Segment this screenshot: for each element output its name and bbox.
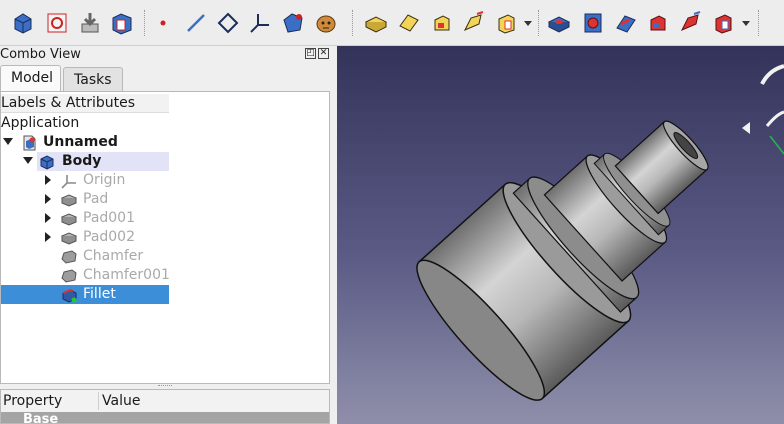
origin-icon (61, 173, 77, 189)
tree-item-fillet[interactable]: Fillet (1, 285, 169, 304)
groove-icon[interactable] (613, 10, 639, 36)
model-tree: Labels & Attributes Application Unnamed … (0, 91, 330, 384)
close-icon[interactable]: ✕ (318, 48, 329, 59)
tree-item-pad001[interactable]: Pad001 (1, 209, 169, 228)
tree-item-label: Chamfer (83, 248, 144, 264)
tree-item-label: Pad (83, 191, 109, 207)
property-header: Property Value (1, 390, 329, 412)
collapse-arrow-icon[interactable] (3, 138, 13, 145)
combo-view: Combo View ◰ ✕ Model Tasks Labels & Attr… (0, 46, 336, 424)
expand-arrow-icon[interactable] (45, 232, 51, 242)
navigation-cube-icon[interactable] (760, 64, 784, 155)
subtractive-loft-icon[interactable] (645, 10, 671, 36)
property-view: Property Value Base (0, 389, 330, 424)
document-icon (21, 135, 37, 151)
additive-pipe-icon[interactable] (461, 10, 487, 36)
tree-document-label: Unnamed (43, 134, 118, 150)
tree-item-label: Pad002 (83, 229, 136, 245)
tab-tasks[interactable]: Tasks (63, 67, 123, 91)
pocket-icon[interactable] (546, 10, 572, 36)
3d-viewport[interactable] (337, 46, 784, 424)
tree-item-label: Chamfer001 (83, 267, 170, 283)
tree-application-row: Application (1, 114, 169, 133)
attach-icon[interactable] (77, 10, 103, 36)
float-icon[interactable]: ◰ (305, 48, 316, 59)
hole-icon[interactable] (580, 10, 606, 36)
sketch-icon[interactable] (44, 10, 70, 36)
tree-item-label: Origin (83, 172, 126, 188)
subtractive-primitive-icon[interactable] (711, 10, 737, 36)
toolbar (0, 0, 784, 46)
expand-arrow-icon[interactable] (45, 194, 51, 204)
tree-item-chamfer[interactable]: Chamfer (1, 247, 169, 266)
pad-icon (61, 230, 77, 246)
body-icon[interactable] (10, 10, 36, 36)
clone-icon[interactable] (109, 10, 135, 36)
subshapebinder-icon[interactable] (313, 10, 339, 36)
property-column-header[interactable]: Property (3, 390, 62, 412)
nav-rotate-left-icon[interactable] (742, 122, 750, 134)
tree-application-label: Application (1, 115, 80, 131)
pad-icon (61, 211, 77, 227)
tree-item-origin[interactable]: Origin (1, 171, 169, 190)
chamfer-icon (61, 249, 77, 265)
tree-item-chamfer001[interactable]: Chamfer001 (1, 266, 170, 285)
pad-icon (61, 192, 77, 208)
tree-body-label: Body (62, 153, 102, 169)
expand-arrow-icon[interactable] (45, 213, 51, 223)
tree-item-label: Pad001 (83, 210, 136, 226)
tree-item-pad[interactable]: Pad (1, 190, 169, 209)
property-group-base[interactable]: Base (1, 412, 329, 423)
point-icon[interactable] (150, 10, 176, 36)
value-column-header[interactable]: Value (102, 390, 140, 412)
tree-item-label: Fillet (83, 286, 116, 302)
revolution-icon[interactable] (396, 10, 422, 36)
combo-view-title: Combo View (0, 47, 81, 62)
fillet-icon (61, 287, 77, 303)
lcs-icon[interactable] (247, 10, 273, 36)
combo-view-titlebar: Combo View ◰ ✕ (0, 46, 336, 64)
additive-loft-icon[interactable] (429, 10, 455, 36)
line-icon[interactable] (183, 10, 209, 36)
tab-model[interactable]: Model (0, 65, 61, 91)
pad-icon[interactable] (363, 10, 389, 36)
body-icon (39, 154, 55, 170)
shapebinder-icon[interactable] (280, 10, 306, 36)
collapse-arrow-icon[interactable] (23, 157, 33, 164)
tree-header[interactable]: Labels & Attributes (1, 94, 169, 113)
chamfer-icon (61, 268, 77, 284)
subtractive-pipe-icon[interactable] (678, 10, 704, 36)
plane-icon[interactable] (215, 10, 241, 36)
expand-arrow-icon[interactable] (45, 175, 51, 185)
additive-primitive-icon[interactable] (494, 10, 520, 36)
tree-body-row[interactable]: Body (23, 152, 169, 171)
tree-item-pad002[interactable]: Pad002 (1, 228, 169, 247)
3d-model (416, 64, 784, 401)
tree-document-row[interactable]: Unnamed (1, 133, 169, 152)
